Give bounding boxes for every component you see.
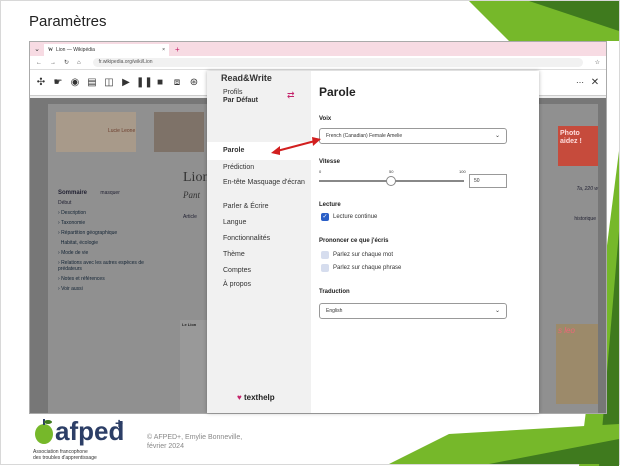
nav-theme[interactable]: Thème <box>207 251 311 259</box>
speed-tick: 100 <box>459 169 466 174</box>
settings-sidebar: Read&Write Profils Par Défaut ⇄ Parole P… <box>207 71 311 413</box>
green-decoration-top <box>469 1 619 41</box>
url-field[interactable]: fr.wikipedia.org/wiki/Lion <box>92 58 583 67</box>
speak-each-word-label: Parlez sur chaque mot <box>333 252 394 258</box>
speed-label: Vitesse <box>319 159 340 165</box>
play-icon[interactable]: ▶ <box>119 77 133 88</box>
afped-logo: afped + Association francophone des trou… <box>33 415 143 462</box>
nav-speak-write[interactable]: Parler & Écrire <box>207 203 311 211</box>
browser-tab[interactable]: W Lion — Wikipédia × <box>44 44 169 56</box>
toc-hide-link[interactable]: masquer <box>100 190 119 196</box>
profile-selector[interactable]: Profils Par Défaut <box>223 89 258 105</box>
pause-icon[interactable]: ❚❚ <box>136 77 153 88</box>
screen-capture-icon[interactable]: ⧈ <box>170 77 184 88</box>
article-tab[interactable]: Article <box>183 214 197 220</box>
voice-label: Voix <box>319 116 332 122</box>
translation-label: Traduction <box>319 289 350 295</box>
forward-icon[interactable]: → <box>50 60 56 66</box>
logo-wordmark: afped <box>55 416 125 446</box>
logo-caption: Lucie Leone <box>108 128 136 134</box>
toc-item[interactable]: Habitat, écologie <box>58 240 168 246</box>
more-options-icon[interactable]: ⋯ <box>575 78 585 87</box>
back-icon[interactable]: ← <box>36 60 42 66</box>
toc-item[interactable]: › Voir aussi <box>58 286 168 292</box>
settings-content: Parole Voix French (Canadian) Female Ame… <box>311 71 539 413</box>
swap-profile-icon[interactable]: ⇄ <box>287 90 295 101</box>
profile-value: Par Défaut <box>223 97 259 104</box>
continuous-reading-checkbox[interactable]: ✓ <box>321 213 329 221</box>
lion-thumbnail-image <box>154 112 204 152</box>
side-image: s leo <box>556 324 598 404</box>
photo-banner: Photo aidez ! <box>558 126 598 166</box>
pronounce-label: Prononcer ce que j'écris <box>319 238 389 244</box>
screen-reader-icon[interactable]: ▤ <box>85 77 99 88</box>
nav-features[interactable]: Fonctionnalités <box>207 235 311 243</box>
address-bar: ← → ↻ ⌂ fr.wikipedia.org/wiki/Lion ☆ <box>30 56 606 70</box>
speed-tick: 50 <box>389 169 394 174</box>
texthelp-icon: ♥ <box>237 393 242 402</box>
toc-item[interactable]: › Répartition géographique <box>58 230 168 236</box>
speed-value-input[interactable]: 50 <box>469 174 507 188</box>
copyright-text: © AFPED+, Emylie Bonneville, février 202… <box>147 434 243 450</box>
chevron-down-icon: ⌄ <box>494 308 500 314</box>
toolbar-close-icon[interactable]: ✕ <box>588 77 602 88</box>
tab-title: Lion — Wikipédia <box>56 47 95 53</box>
readwrite-settings-panel: Read&Write Profils Par Défaut ⇄ Parole P… <box>207 71 539 413</box>
bookmark-star-icon[interactable]: ☆ <box>595 59 600 66</box>
speak-each-word-checkbox[interactable] <box>321 251 329 259</box>
readwrite-brand: Read&Write <box>221 73 272 83</box>
infobox-text: Ta, 220 w <box>576 186 599 192</box>
toc-heading: Sommaire <box>58 190 88 196</box>
dictionary-icon[interactable]: ⊛ <box>187 77 201 88</box>
table-of-contents: Sommaire masquer Début › Description › T… <box>58 190 168 296</box>
texthelp-logo: ♥ texthelp <box>237 393 275 402</box>
nav-about[interactable]: À propos <box>207 281 311 289</box>
stop-icon[interactable]: ■ <box>153 77 167 88</box>
toc-item[interactable]: › Description <box>58 210 168 216</box>
hover-speech-icon[interactable]: ☛ <box>51 77 65 88</box>
reading-label: Lecture <box>319 202 341 208</box>
home-icon[interactable]: ⌂ <box>77 60 81 66</box>
apple-logo-icon <box>35 419 53 444</box>
nav-accounts[interactable]: Comptes <box>207 267 311 275</box>
tab-bar: ⌄ W Lion — Wikipédia × + <box>30 42 606 56</box>
speed-slider-thumb[interactable] <box>386 176 396 186</box>
drag-handle-icon[interactable]: ✣ <box>34 77 48 88</box>
logo-subtitle: Association francophone des troubles d'a… <box>33 449 97 461</box>
tab-menu-icon[interactable]: ⌄ <box>30 45 44 53</box>
article-subtitle: Pant <box>183 190 200 200</box>
toc-item[interactable]: › Relations avec les autres espèces de p… <box>58 260 168 272</box>
screenshot-reader-icon[interactable]: ◫ <box>102 77 116 88</box>
play-from-here-icon[interactable]: ◉ <box>68 77 82 88</box>
panel-title: Parole <box>319 85 356 99</box>
profile-label: Profils <box>223 89 243 96</box>
slide: Paramètres ⌄ W Lion — Wikipédia × + ← → … <box>0 0 620 466</box>
voice-select[interactable]: French (Canadian) Female Amelie ⌄ <box>319 128 507 144</box>
nav-screen-masking[interactable]: En-tête Masquage d'écran <box>207 179 311 187</box>
toc-item[interactable]: › Taxonomie <box>58 220 168 226</box>
speak-each-sentence-label: Parlez sur chaque phrase <box>333 265 402 271</box>
chevron-down-icon: ⌄ <box>494 133 500 139</box>
logo-plus: + <box>115 415 124 431</box>
green-decoration-bottom <box>389 424 619 464</box>
new-tab-button[interactable]: + <box>175 45 180 54</box>
wikipedia-logo-banner: Lucie Leone <box>56 112 136 152</box>
tab-close-icon[interactable]: × <box>162 47 165 53</box>
reload-icon[interactable]: ↻ <box>64 59 69 66</box>
nav-language[interactable]: Langue <box>207 219 311 227</box>
toc-item[interactable]: › Mode de vie <box>58 250 168 256</box>
translation-select[interactable]: English ⌄ <box>319 303 507 319</box>
speak-each-sentence-checkbox[interactable] <box>321 264 329 272</box>
toc-item[interactable]: Début <box>58 200 168 206</box>
speed-tick: 0 <box>319 169 322 174</box>
nav-prediction[interactable]: Prédiction <box>207 164 311 172</box>
history-link[interactable]: historique <box>574 216 596 222</box>
continuous-reading-label: Lecture continue <box>333 214 378 220</box>
slide-title: Paramètres <box>29 13 107 30</box>
wikipedia-favicon-icon: W <box>48 47 53 53</box>
article-title: Lion <box>183 170 210 185</box>
toc-item[interactable]: › Notes et références <box>58 276 168 282</box>
red-arrow-annotation <box>271 137 321 155</box>
